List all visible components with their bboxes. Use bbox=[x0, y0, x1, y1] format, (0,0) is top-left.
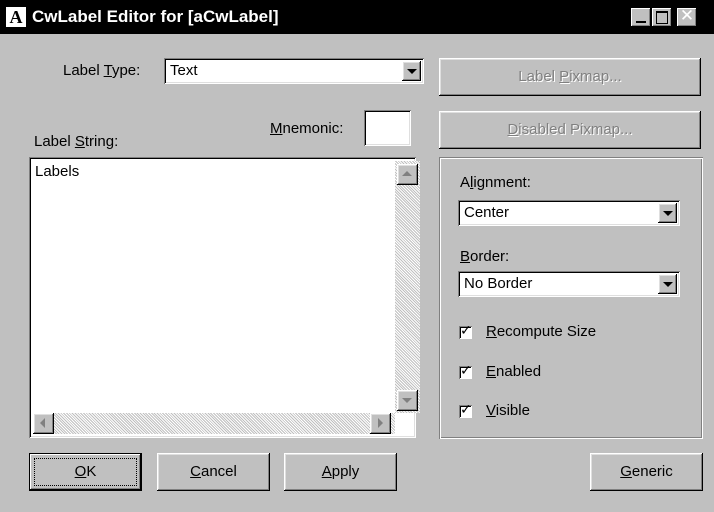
maximize-button[interactable] bbox=[652, 8, 672, 27]
scroll-up-icon[interactable] bbox=[397, 164, 418, 185]
mnemonic-label: Mnemonic: bbox=[270, 120, 344, 137]
title-bar[interactable]: A CwLabel Editor for [aCwLabel] ✕ bbox=[0, 0, 714, 34]
label-string-text: Labels bbox=[35, 163, 80, 180]
chevron-down-icon[interactable] bbox=[658, 274, 677, 294]
label-type-label: Label Type: bbox=[63, 62, 141, 79]
checkmark-icon[interactable] bbox=[459, 323, 472, 339]
border-label: Border: bbox=[460, 248, 510, 265]
recompute-size-label: Recompute Size bbox=[486, 323, 597, 340]
scroll-down-icon[interactable] bbox=[397, 390, 418, 411]
close-icon: ✕ bbox=[679, 6, 695, 26]
generic-button[interactable]: Generic bbox=[590, 453, 703, 491]
border-value: No Border bbox=[464, 275, 533, 292]
checkmark-icon[interactable] bbox=[459, 363, 472, 379]
enabled-label: Enabled bbox=[486, 363, 542, 380]
scroll-left-icon[interactable] bbox=[33, 413, 54, 434]
horizontal-scrollbar[interactable] bbox=[33, 413, 395, 434]
ok-button[interactable]: OK bbox=[29, 453, 142, 491]
alignment-value: Center bbox=[464, 204, 510, 221]
mnemonic-input[interactable] bbox=[364, 110, 411, 146]
alignment-dropdown[interactable]: Center bbox=[458, 200, 680, 226]
label-type-value: Text bbox=[170, 62, 198, 79]
apply-button[interactable]: Apply bbox=[284, 453, 397, 491]
label-pixmap-button[interactable]: Label Pixmap... bbox=[439, 58, 701, 96]
alignment-label: Alignment: bbox=[460, 174, 531, 191]
label-string-label: Label String: bbox=[34, 133, 119, 150]
vertical-scrollbar[interactable] bbox=[395, 161, 420, 413]
scroll-right-icon[interactable] bbox=[370, 413, 391, 434]
recompute-size-checkbox[interactable]: Recompute Size bbox=[458, 323, 688, 343]
disabled-pixmap-button[interactable]: Disabled Pixmap... bbox=[439, 111, 701, 149]
app-icon[interactable]: A bbox=[6, 7, 26, 27]
enabled-checkbox[interactable]: Enabled bbox=[458, 363, 688, 383]
window-title: CwLabel Editor for [aCwLabel] bbox=[32, 7, 279, 26]
minimize-icon bbox=[636, 21, 646, 23]
close-button[interactable]: ✕ bbox=[677, 6, 697, 27]
checkmark-icon[interactable] bbox=[459, 402, 472, 418]
label-string-textarea[interactable]: Labels bbox=[29, 157, 420, 438]
minimize-button[interactable] bbox=[631, 8, 651, 27]
label-type-dropdown[interactable]: Text bbox=[164, 58, 424, 84]
visible-label: Visible bbox=[486, 402, 530, 419]
focus-rect bbox=[34, 458, 137, 486]
cwlabel-editor-window: A CwLabel Editor for [aCwLabel] ✕ Label … bbox=[0, 0, 714, 512]
border-dropdown[interactable]: No Border bbox=[458, 271, 680, 297]
cancel-button[interactable]: Cancel bbox=[157, 453, 270, 491]
properties-group: Alignment: Center Border: No Border Reco… bbox=[439, 157, 703, 439]
maximize-icon bbox=[656, 11, 668, 24]
chevron-down-icon[interactable] bbox=[658, 203, 677, 223]
chevron-down-icon[interactable] bbox=[402, 61, 421, 81]
visible-checkbox[interactable]: Visible bbox=[458, 402, 688, 422]
